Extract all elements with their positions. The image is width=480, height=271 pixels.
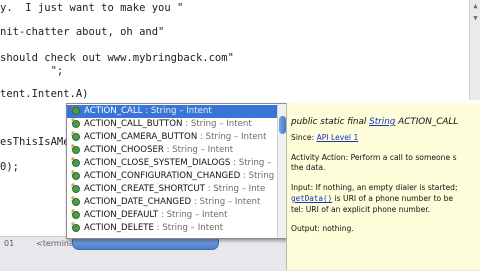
static-field-icon: S [71,157,80,167]
string-type-link[interactable]: String [369,117,395,127]
scroll-down-arrow-icon[interactable]: ▼ [470,14,480,23]
content-assist-list[interactable]: SACTION_CALL : String – Intent SACTION_C… [66,103,288,239]
static-field-icon: S [71,209,80,219]
doc-output: Output: nothing. [291,224,354,233]
static-field-icon: S [71,105,80,115]
doc-since: Since: API Level 1 [291,133,359,142]
proposal-item[interactable]: SACTION_DEFAULT : String – Intent [67,209,277,222]
static-field-icon: S [71,144,80,154]
doc-input: getData() is URI of a phone number to be [291,194,454,203]
proposal-item[interactable]: SACTION_CALL_BUTTON : String – Intent [67,118,277,131]
proposal-item[interactable]: SACTION_CREATE_SHORTCUT : String – Inte [67,183,277,196]
static-field-icon: S [71,118,80,128]
javadoc-popup: public static final String ACTION_CALL S… [286,103,480,270]
proposal-item[interactable]: SACTION_CONFIGURATION_CHANGED : String [67,170,277,183]
editor-scrollbar[interactable]: ▲ ▼ [469,0,480,100]
static-field-icon: S [71,183,80,193]
doc-signature: public static final String ACTION_CALL [291,117,459,127]
proposal-item[interactable]: SACTION_DATE_CHANGED : String – Intent [67,196,277,209]
static-field-icon: S [71,170,80,180]
doc-input: tel: URI of an explicit phone number. [291,205,431,214]
static-field-icon: S [71,131,80,141]
code-line: y. I just want to make you " [0,2,184,14]
code-line: "; [0,65,64,77]
proposal-item[interactable]: SACTION_CLOSE_SYSTEM_DIALOGS : String – [67,157,277,170]
code-line-current: tent.Intent.A) [0,88,89,100]
proposal-scroll-thumb[interactable] [279,116,286,134]
static-field-icon: S [71,222,80,232]
doc-description: the data. [291,163,326,172]
code-line: should check out www.mybringback.com" [0,52,234,64]
proposal-item[interactable]: SACTION_CALL : String – Intent [67,105,277,118]
doc-input: Input: If nothing, an empty dialer is st… [291,183,458,192]
code-line: nit-chatter about, oh and" [0,26,165,38]
proposal-item[interactable]: SACTION_CAMERA_BUTTON : String – Intent [67,131,277,144]
code-line: esThisIsAMet [0,136,76,148]
proposal-item[interactable]: SACTION_CHOOSER : String – Intent [67,144,277,157]
api-level-link[interactable]: API Level 1 [317,133,359,142]
getdata-link[interactable]: getData() [291,194,332,203]
scroll-up-arrow-icon[interactable]: ▲ [470,2,480,11]
proposal-item[interactable]: SACTION_DELETE : String – Intent [67,222,277,235]
console-tab[interactable]: 01 [4,239,14,248]
static-field-icon: S [71,196,80,206]
doc-description: Activity Action: Perform a call to someo… [291,153,457,162]
code-line: 0); [0,161,19,173]
